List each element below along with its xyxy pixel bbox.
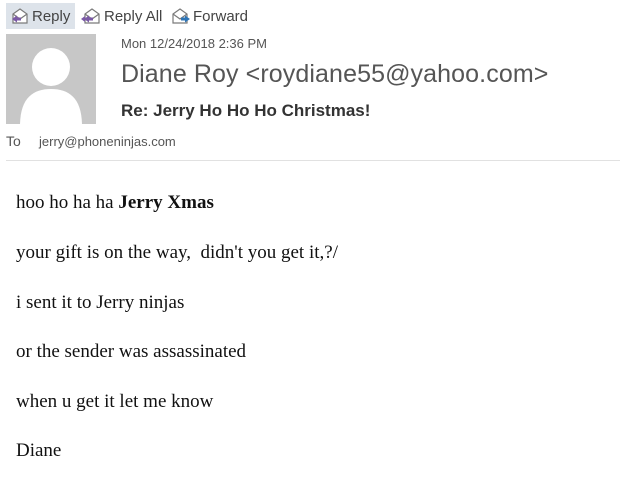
to-label: To [6,133,21,149]
reply-button[interactable]: Reply [6,3,75,29]
forward-button[interactable]: Forward [169,3,249,29]
body-line-2: your gift is on the way, didn't you get … [16,242,338,263]
body-line-4: or the sender was assassinated [16,341,247,362]
body-line-5: when u get it let me know [16,391,214,412]
message-subject: Re: Jerry Ho Ho Ho Christmas! [121,101,371,120]
reading-pane-toolbar: Reply Reply All Forward [0,0,621,32]
recipient-address[interactable]: jerry@phoneninjas.com [39,134,176,149]
forward-label: Forward [193,7,249,25]
reply-all-icon [80,7,102,25]
reply-all-button[interactable]: Reply All [78,3,164,29]
reply-all-label: Reply All [104,7,163,25]
header-divider [6,160,620,161]
greeting-bold-text: Jerry Xmas [118,192,214,213]
reply-icon [10,7,30,25]
person-icon [20,48,82,124]
sender-avatar [6,34,96,124]
forward-icon [171,7,191,25]
body-line-3: i sent it to Jerry ninjas [16,292,185,313]
sent-date: Mon 12/24/2018 2:36 PM [121,36,267,51]
reply-label: Reply [32,7,71,25]
greeting-text: hoo ho ha ha [16,192,119,213]
body-line-greeting: hoo ho ha ha Jerry Xmas [16,192,214,214]
body-signature: Diane [16,440,62,461]
sender-name[interactable]: Diane Roy <roydiane55@yahoo.com> [121,60,548,89]
